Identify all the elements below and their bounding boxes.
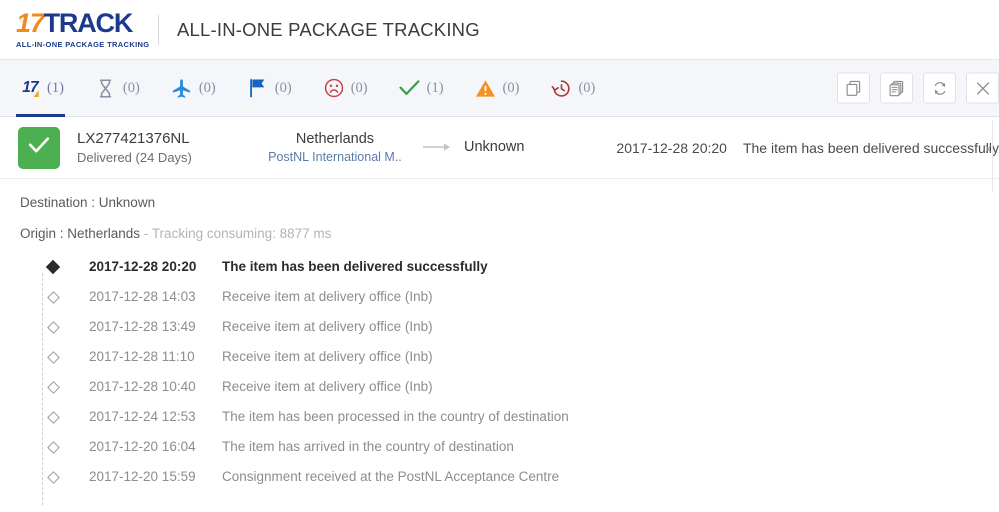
timeline-item: 2017-12-28 20:20 The item has been deliv…	[42, 257, 999, 287]
tracking-result-row[interactable]: LX277421376NL Delivered (24 Days) Nether…	[0, 117, 999, 179]
delete-button[interactable]	[966, 72, 999, 104]
timeline-date: 2017-12-28 11:10	[89, 349, 195, 364]
timeline-date: 2017-12-20 15:59	[89, 469, 196, 484]
flag-icon	[246, 76, 270, 100]
timeline-description: Receive item at delivery office (Inb)	[222, 349, 433, 364]
destination-country: Unknown	[463, 139, 525, 156]
event-timeline: 2017-12-28 20:20 The item has been deliv…	[20, 257, 999, 505]
close-icon	[976, 81, 990, 95]
origin-line: Origin : Netherlands - Tracking consumin…	[20, 226, 999, 241]
timeline-description: Consignment received at the PostNL Accep…	[222, 469, 560, 484]
timeline-description: Receive item at delivery office (Inb)	[222, 379, 433, 394]
last-event-description: The item has been delivered successfully	[742, 139, 999, 156]
page-title: ALL-IN-ONE PACKAGE TRACKING	[177, 18, 480, 40]
origin-country: Netherlands	[295, 130, 375, 147]
diamond-marker-icon	[42, 347, 64, 367]
diamond-marker-icon	[42, 437, 64, 457]
tabs-container: 17 (1) (0) (0) (0) (0) (1) (0) (0)	[16, 60, 625, 117]
tracking-detail-panel: Destination : Unknown Origin : Netherlan…	[0, 179, 999, 505]
tracking-number[interactable]: LX277421376NL	[77, 129, 250, 149]
last-event-block: 2017-12-28 20:20 The item has been deliv…	[616, 140, 999, 156]
timeline-date: 2017-12-28 10:40	[89, 379, 196, 394]
tab-pickup[interactable]: (0)	[246, 60, 292, 116]
tab-expired[interactable]: (0)	[549, 60, 595, 116]
delivery-status-text: Delivered (24 Days)	[77, 149, 192, 165]
logo-track-text: TRACK	[43, 8, 134, 38]
copy-all-button[interactable]	[880, 72, 913, 104]
timeline-description: Receive item at delivery office (Inb)	[222, 289, 433, 304]
status-tabbar: 17 (1) (0) (0) (0) (0) (1) (0) (0)	[0, 59, 999, 117]
tab-pending[interactable]: (0)	[94, 60, 140, 116]
tab-undelivered-count: (0)	[350, 79, 368, 96]
tab-undelivered[interactable]: (0)	[322, 60, 368, 116]
airplane-icon	[170, 76, 194, 100]
diamond-marker-icon	[42, 317, 64, 337]
sad-face-icon	[322, 76, 346, 100]
tab-all-count: (1)	[47, 79, 64, 96]
hourglass-icon	[94, 76, 118, 100]
origin-text: Origin : Netherlands	[20, 226, 141, 241]
timeline-description: The item has been delivered successfully	[222, 259, 488, 274]
timeline-date: 2017-12-28 14:03	[89, 289, 196, 304]
17track-logo-icon: 17	[22, 79, 38, 96]
copy-multiple-icon	[889, 80, 904, 96]
timeline-item: 2017-12-20 15:59 Consignment received at…	[42, 467, 999, 497]
diamond-marker-icon	[42, 407, 64, 427]
timeline-date: 2017-12-24 12:53	[89, 409, 196, 424]
history-clock-icon	[549, 76, 573, 100]
tab-delivered[interactable]: (1)	[398, 60, 444, 116]
copy-icon	[846, 80, 861, 96]
timeline-item: 2017-12-28 13:49 Receive item at deliver…	[42, 317, 999, 347]
tracking-consuming-text: - Tracking consuming: 8877 ms	[140, 226, 332, 241]
timeline-description: The item has been processed in the count…	[222, 409, 569, 424]
toolbar-buttons	[837, 72, 999, 104]
timeline-date: 2017-12-28 20:20	[89, 259, 197, 274]
destination-line: Destination : Unknown	[20, 195, 156, 210]
diamond-marker-icon	[42, 257, 64, 277]
tab-alert-count: (0)	[502, 79, 520, 96]
logo-tagline: ALL-IN-ONE PACKAGE TRACKING	[16, 40, 150, 49]
timeline-description: The item has arrived in the country of d…	[222, 439, 514, 454]
status-badge	[18, 126, 60, 169]
timeline-item: 2017-12-24 12:53 The item has been proce…	[42, 407, 999, 437]
tab-expired-count: (0)	[578, 79, 596, 96]
header-divider	[158, 14, 159, 45]
tab-delivered-count: (1)	[426, 79, 444, 96]
tab-in-transit[interactable]: (0)	[170, 60, 216, 116]
logo-wordmark: 17TRACK	[16, 10, 148, 37]
timeline-date: 2017-12-20 16:04	[89, 439, 196, 454]
timeline-item: 2017-12-20 16:04 The item has arrived in…	[42, 437, 999, 467]
timeline-description: Receive item at delivery office (Inb)	[222, 319, 433, 334]
diamond-marker-icon	[42, 287, 64, 307]
diamond-marker-icon	[42, 377, 64, 397]
timeline-item: 2017-12-28 10:40 Receive item at deliver…	[42, 377, 999, 407]
tab-in-transit-count: (0)	[198, 79, 216, 96]
site-logo[interactable]: 17TRACK ALL-IN-ONE PACKAGE TRACKING	[16, 10, 150, 50]
tab-pickup-count: (0)	[274, 79, 292, 96]
tab-alert[interactable]: (0)	[474, 60, 520, 116]
timeline-item: 2017-12-28 11:10 Receive item at deliver…	[42, 347, 999, 377]
tracking-number-block: LX277421376NL Delivered (24 Days)	[77, 129, 250, 167]
panel-right-edge	[992, 120, 993, 192]
route-block: Netherlands PostNL International M.. Unk…	[260, 129, 524, 167]
refresh-button[interactable]	[923, 72, 956, 104]
page-header: 17TRACK ALL-IN-ONE PACKAGE TRACKING ALL-…	[0, 0, 999, 59]
check-icon	[398, 76, 422, 100]
diamond-marker-icon	[42, 467, 64, 487]
warning-triangle-icon	[474, 76, 498, 100]
arrow-right-icon	[422, 142, 451, 152]
last-event-date: 2017-12-28 20:20	[616, 139, 727, 156]
copy-button[interactable]	[837, 72, 870, 104]
tab-pending-count: (0)	[122, 79, 140, 96]
timeline-item: 2017-12-28 14:03 Receive item at deliver…	[42, 287, 999, 317]
route-origin: Netherlands PostNL International M..	[260, 129, 410, 167]
carrier-link[interactable]: PostNL International M..	[260, 149, 410, 167]
check-icon	[28, 136, 50, 159]
timeline-date: 2017-12-28 13:49	[89, 319, 196, 334]
tab-all[interactable]: 17 (1)	[16, 60, 65, 117]
logo-17-text: 17	[16, 8, 45, 38]
refresh-icon	[932, 80, 948, 96]
